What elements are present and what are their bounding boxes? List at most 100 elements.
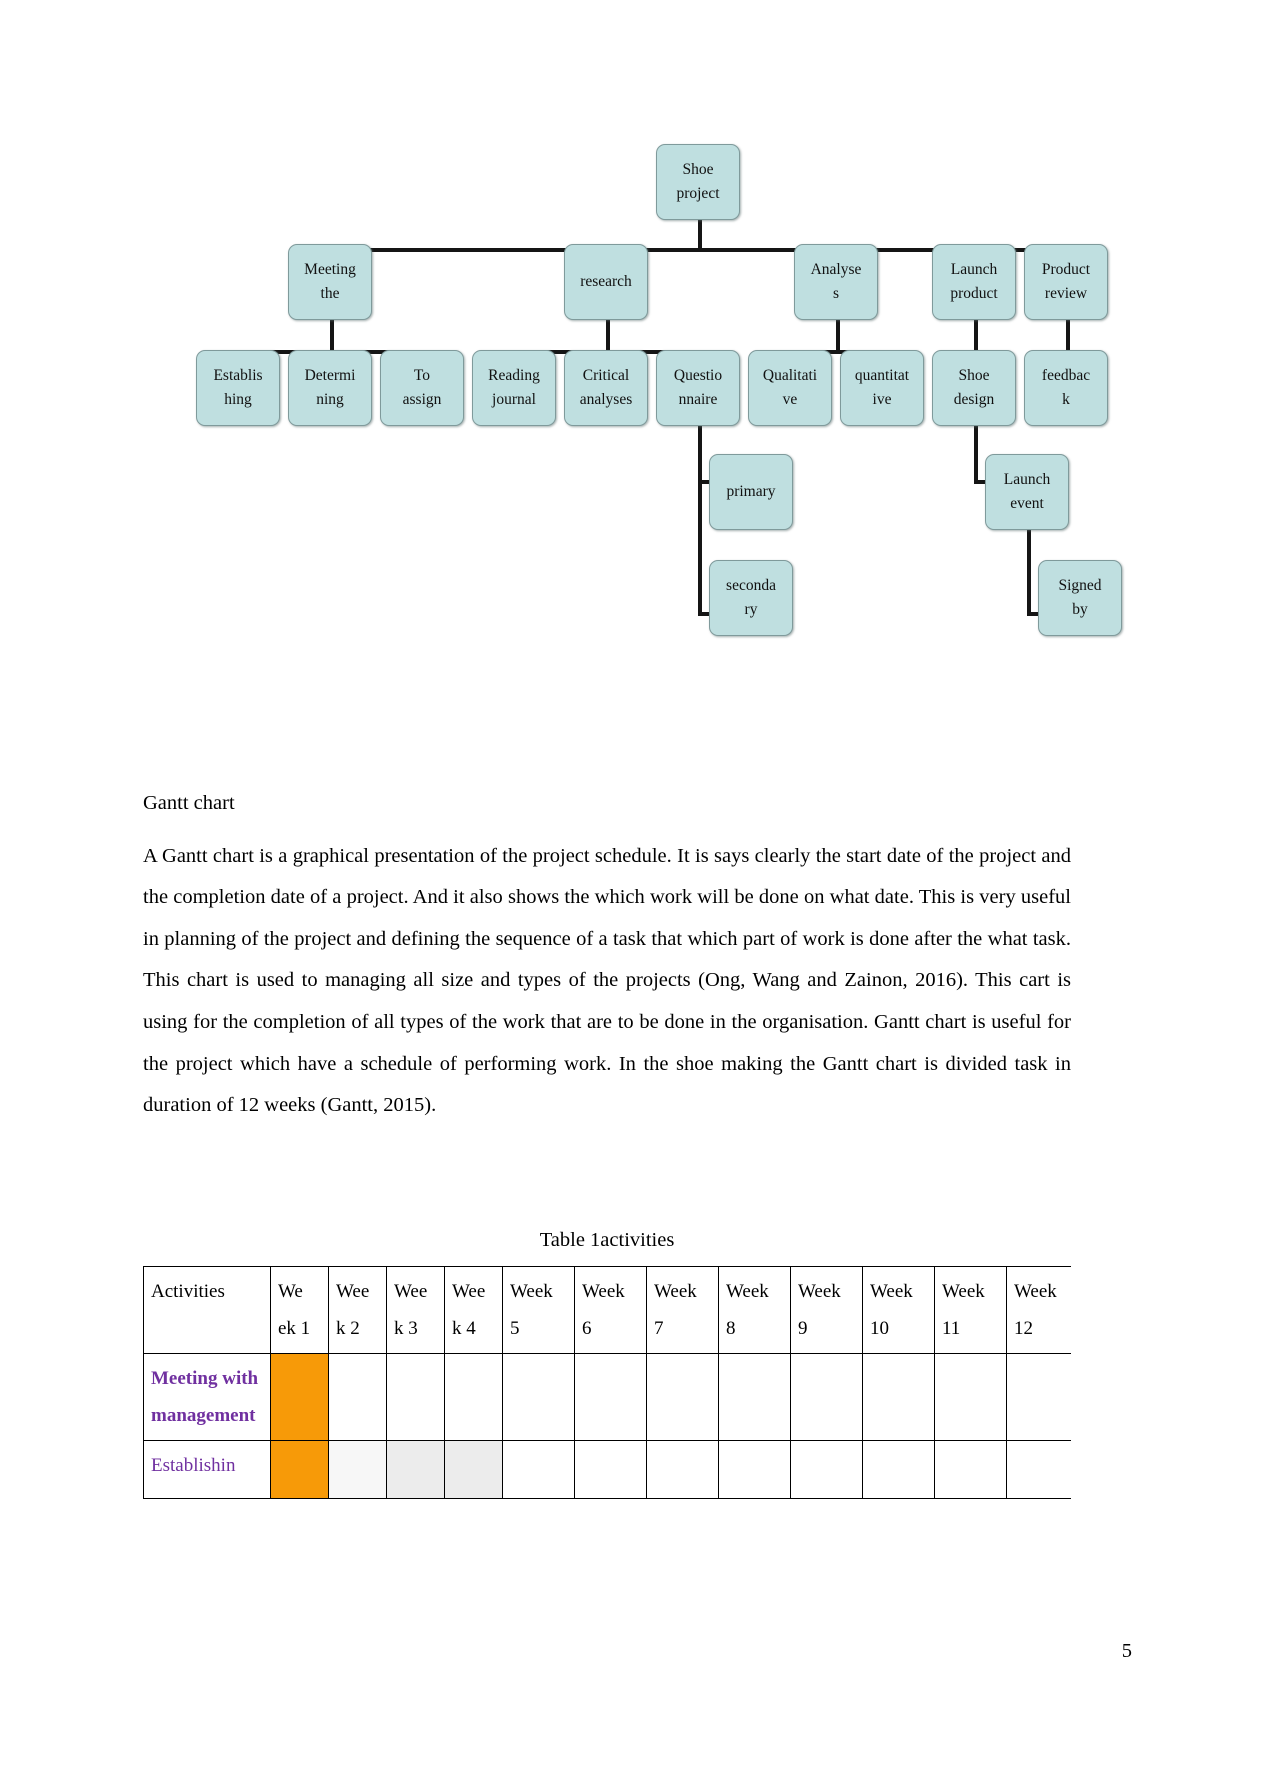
table-header-w3: Wee k 3 <box>386 1266 445 1355</box>
node-line1: Signed <box>1058 576 1102 594</box>
header-line2: 11 <box>942 1318 961 1340</box>
node-line1: Shoe <box>682 160 714 178</box>
node-line2: analyses <box>579 391 633 408</box>
gantt-cell <box>718 1353 791 1442</box>
gantt-cell <box>1006 1353 1071 1442</box>
table-header-w7: Week 7 <box>646 1266 719 1355</box>
node-line1: Shoe <box>958 366 990 384</box>
body-content: Gantt chart A Gantt chart is a graphical… <box>143 793 1071 1127</box>
node-line1: quantitat <box>854 366 910 384</box>
node-line2: by <box>1072 601 1088 618</box>
page-number: 5 <box>1121 1640 1132 1662</box>
header-line2: k 3 <box>394 1318 418 1340</box>
node-secondary: seconda ry <box>709 560 793 636</box>
gantt-cell <box>386 1440 445 1500</box>
table-header-w4: Wee k 4 <box>444 1266 503 1355</box>
node-line2: review <box>1044 285 1088 302</box>
edge-analyses-stem <box>836 320 840 352</box>
node-line2: product <box>950 285 998 302</box>
table-header-w12: Week 12 <box>1006 1266 1071 1355</box>
header-line2: 6 <box>582 1318 592 1340</box>
table-header-w5: Week 5 <box>502 1266 575 1355</box>
table-header-w8: Week 8 <box>718 1266 791 1355</box>
node-line2: the <box>320 285 340 302</box>
gantt-cell <box>386 1353 445 1442</box>
node-line2: hing <box>224 391 252 408</box>
node-critical-analyses: Critical analyses <box>564 350 648 426</box>
table-header-activities: Activities <box>143 1266 271 1355</box>
gantt-cell <box>574 1353 647 1442</box>
node-line1: Launch <box>950 260 998 278</box>
gantt-cell <box>328 1353 387 1442</box>
node-line1: feedbac <box>1041 366 1091 384</box>
work-breakdown-diagram: Shoe project Meeting the research Analys… <box>175 130 1175 660</box>
gantt-cell <box>862 1353 935 1442</box>
node-launch-event: Launch event <box>985 454 1069 530</box>
node-product-review: Product review <box>1024 244 1108 320</box>
header-line2: 10 <box>870 1318 889 1340</box>
node-line1: Qualitati <box>762 366 818 384</box>
header-line2: 12 <box>1014 1318 1033 1340</box>
gantt-cell <box>574 1440 647 1500</box>
edge-root-stem <box>698 218 702 250</box>
edge-meeting-stem <box>330 320 334 352</box>
node-to-assign: To assign <box>380 350 464 426</box>
header-line2: 7 <box>654 1318 664 1340</box>
header-line1: Wee <box>452 1281 486 1302</box>
node-analyses: Analyse s <box>794 244 878 320</box>
gantt-cell <box>444 1353 503 1442</box>
node-line1: Product <box>1041 260 1091 278</box>
table-header-w2: Wee k 2 <box>328 1266 387 1355</box>
header-line1: Week <box>798 1281 841 1302</box>
node-qualitative: Qualitati ve <box>748 350 832 426</box>
gantt-cell <box>934 1353 1007 1442</box>
node-line2: nnaire <box>678 391 718 408</box>
gantt-cell <box>502 1440 575 1500</box>
header-line2: 8 <box>726 1318 736 1340</box>
node-line1: Meeting <box>304 260 356 278</box>
gantt-cell <box>934 1440 1007 1500</box>
gantt-cell <box>646 1353 719 1442</box>
gantt-cell <box>1006 1440 1071 1500</box>
header-line1: Week <box>1014 1281 1057 1302</box>
gantt-cell <box>502 1353 575 1442</box>
node-line2: project <box>676 185 720 202</box>
activity-label: Meeting with management <box>143 1353 271 1442</box>
header-line1: Week <box>870 1281 913 1302</box>
node-line2: assign <box>402 391 442 408</box>
table-head: Activities We ek 1 Wee k 2 Wee k 3 Wee k 4 Week 5 W… <box>143 1266 1071 1355</box>
edge-questionnaire-stem <box>698 426 702 616</box>
node-line1: Determi <box>304 366 356 384</box>
node-reading-journal: Reading journal <box>472 350 556 426</box>
header-line2: 5 <box>510 1318 520 1340</box>
gantt-cell <box>444 1440 503 1500</box>
node-line1: seconda <box>726 576 776 594</box>
header-line1: Wee <box>336 1281 370 1302</box>
gantt-cell <box>790 1440 863 1500</box>
node-launch-product: Launch product <box>932 244 1016 320</box>
gantt-cell <box>270 1440 329 1500</box>
gantt-cell <box>328 1440 387 1500</box>
node-line1: primary <box>726 482 776 500</box>
gantt-activities-table: Activities We ek 1 Wee k 2 Wee k 3 Wee k 4 Week 5 W… <box>143 1266 1071 1500</box>
table-header-w9: Week 9 <box>790 1266 863 1355</box>
header-line1: Week <box>654 1281 697 1302</box>
node-line2: journal <box>492 391 536 408</box>
node-line2: s <box>832 285 840 302</box>
gantt-table-section: Table 1activities Activities We ek 1 Wee k 2… <box>143 1229 1071 1500</box>
edge-launchevent-stem <box>1027 530 1031 616</box>
gantt-cell <box>646 1440 719 1500</box>
table-header-w10: Week 10 <box>862 1266 935 1355</box>
header-line1: Activities <box>151 1281 225 1302</box>
header-line1: We <box>278 1281 303 1302</box>
node-line2: event <box>1010 495 1044 512</box>
header-line1: Week <box>510 1281 553 1302</box>
gantt-cell <box>790 1353 863 1442</box>
table-row: Establishin <box>143 1440 1071 1500</box>
node-line2: k <box>1062 391 1070 408</box>
node-shoe-design: Shoe design <box>932 350 1016 426</box>
edge-research-stem <box>606 320 610 352</box>
node-line2: ive <box>872 391 892 408</box>
node-line1: Critical <box>582 366 630 384</box>
node-line1: Launch <box>1003 470 1051 488</box>
